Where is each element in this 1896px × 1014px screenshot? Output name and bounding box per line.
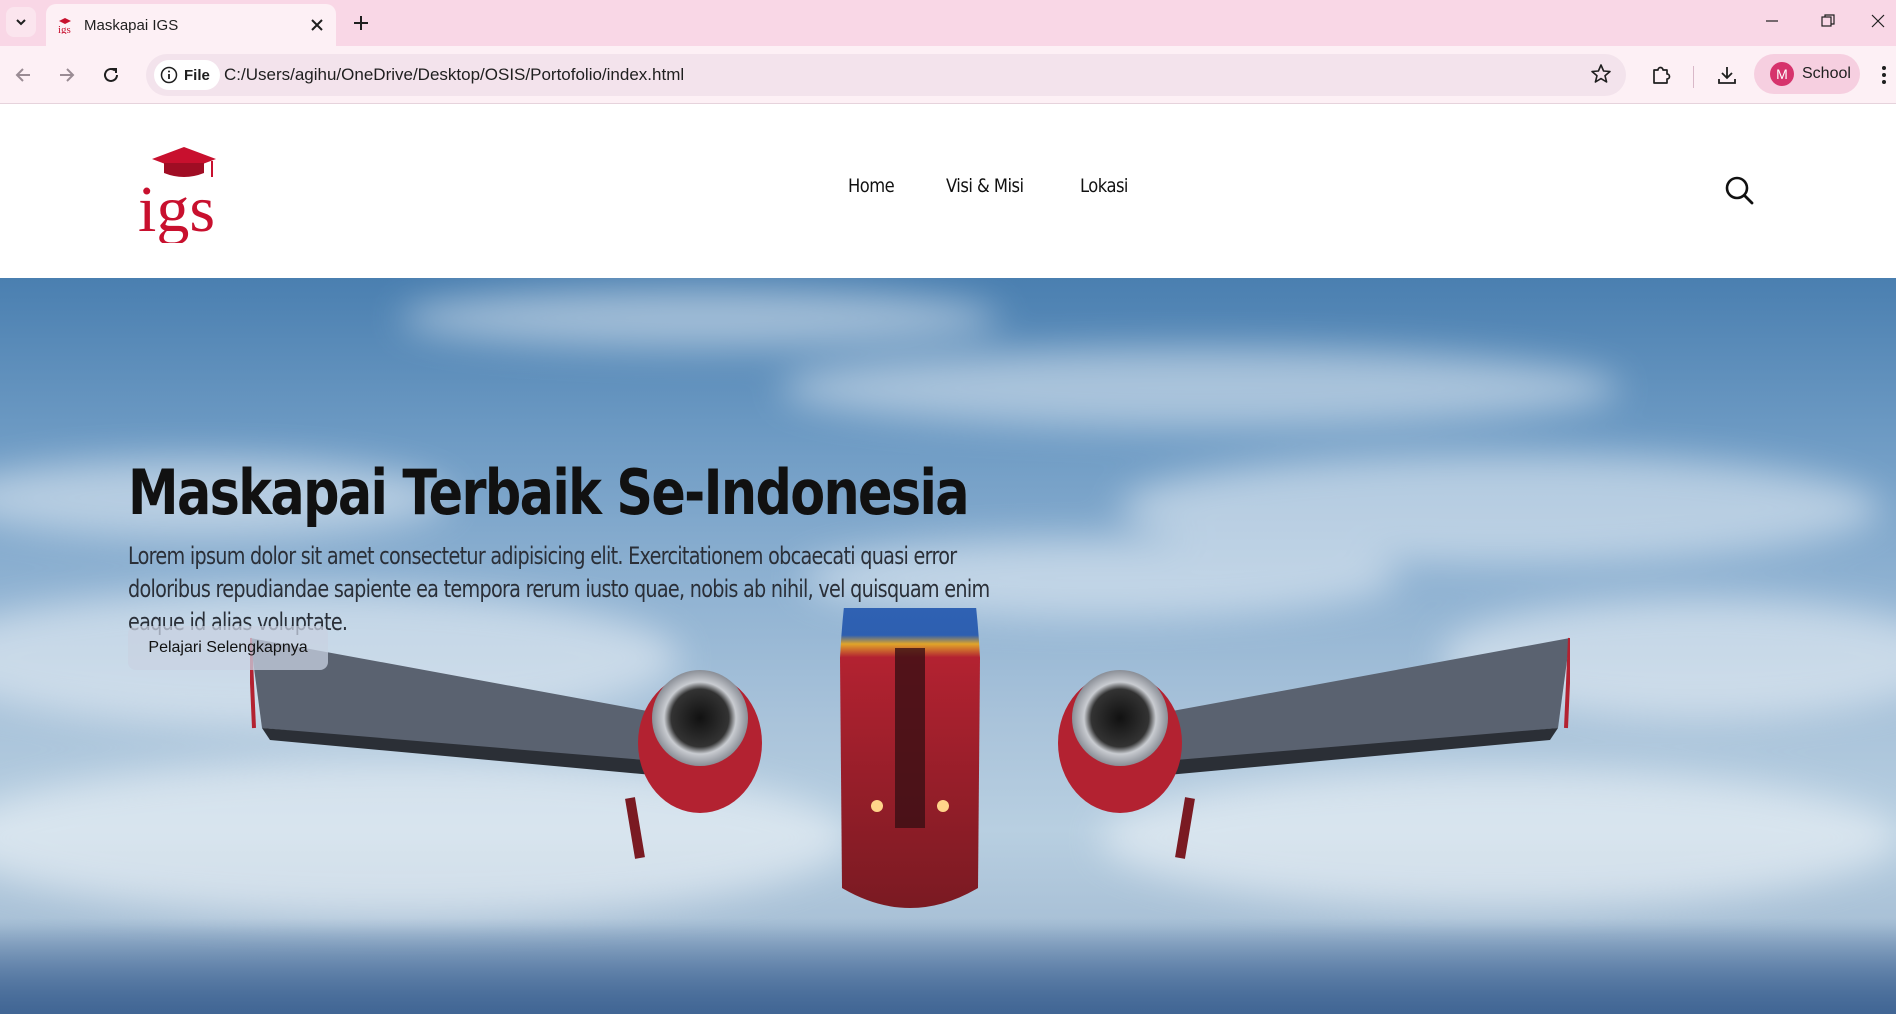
avatar: M bbox=[1770, 62, 1794, 86]
svg-text:igs: igs bbox=[58, 24, 71, 34]
tab-close-button[interactable] bbox=[306, 14, 328, 36]
minimize-button[interactable] bbox=[1749, 6, 1795, 36]
arrow-left-icon bbox=[15, 68, 30, 82]
forward-button[interactable] bbox=[50, 58, 84, 92]
close-icon bbox=[1871, 14, 1885, 28]
info-icon bbox=[160, 66, 178, 84]
extensions-button[interactable] bbox=[1644, 58, 1678, 92]
restore-button[interactable] bbox=[1805, 6, 1851, 36]
more-vertical-icon bbox=[1882, 66, 1886, 84]
address-bar[interactable]: File C:/Users/agihu/OneDrive/Desktop/OSI… bbox=[146, 54, 1626, 96]
profile-button[interactable]: M School bbox=[1754, 54, 1860, 94]
puzzle-icon bbox=[1653, 66, 1671, 84]
logo-text: igs bbox=[138, 173, 215, 243]
new-tab-button[interactable] bbox=[348, 10, 374, 36]
nav-home[interactable]: Home bbox=[848, 175, 895, 197]
tab-search-button[interactable] bbox=[6, 7, 36, 37]
chevron-down-icon bbox=[16, 19, 26, 26]
reload-button[interactable] bbox=[94, 58, 128, 92]
downloads-button[interactable] bbox=[1710, 58, 1744, 92]
browser-menu-button[interactable] bbox=[1876, 60, 1892, 90]
search-button[interactable] bbox=[1722, 173, 1756, 207]
site-chip-label: File bbox=[184, 66, 210, 84]
bookmark-button[interactable] bbox=[1590, 63, 1612, 90]
site-info-chip[interactable]: File bbox=[154, 60, 220, 90]
toolbar-separator bbox=[1693, 66, 1694, 88]
browser-tab-bar: igs Maskapai IGS bbox=[0, 0, 1896, 46]
reload-icon bbox=[104, 67, 118, 82]
main-nav: Home Visi & Misi Lokasi bbox=[848, 175, 1136, 197]
back-button[interactable] bbox=[6, 58, 40, 92]
star-icon bbox=[1591, 64, 1611, 83]
igs-logo[interactable]: igs bbox=[138, 143, 234, 243]
igs-favicon-icon: igs bbox=[58, 18, 71, 34]
site-header: igs Home Visi & Misi Lokasi bbox=[0, 105, 1896, 278]
download-icon bbox=[1718, 67, 1736, 84]
restore-icon bbox=[1821, 14, 1835, 27]
tab-title: Maskapai IGS bbox=[84, 17, 179, 34]
browser-toolbar: File C:/Users/agihu/OneDrive/Desktop/OSI… bbox=[0, 46, 1896, 104]
hero-section: Maskapai Terbaik Se-Indonesia Lorem ipsu… bbox=[0, 278, 1896, 1014]
profile-name: School bbox=[1802, 65, 1851, 82]
hero-title: Maskapai Terbaik Se-Indonesia bbox=[128, 456, 970, 529]
arrow-right-icon bbox=[60, 68, 75, 82]
window-close-button[interactable] bbox=[1860, 6, 1896, 36]
close-icon bbox=[311, 19, 323, 31]
nav-visi-misi[interactable]: Visi & Misi bbox=[946, 175, 1024, 197]
browser-tab-active[interactable]: igs Maskapai IGS bbox=[46, 4, 336, 46]
nav-lokasi[interactable]: Lokasi bbox=[1080, 175, 1128, 197]
learn-more-button[interactable]: Pelajari Selengkapnya bbox=[128, 626, 328, 670]
airplane-image bbox=[250, 608, 1570, 908]
url-text[interactable]: C:/Users/agihu/OneDrive/Desktop/OSIS/Por… bbox=[224, 65, 684, 85]
minimize-icon bbox=[1766, 20, 1778, 22]
plus-icon bbox=[354, 16, 368, 30]
search-icon bbox=[1725, 176, 1754, 205]
hero-description: Lorem ipsum dolor sit amet consectetur a… bbox=[128, 542, 990, 636]
